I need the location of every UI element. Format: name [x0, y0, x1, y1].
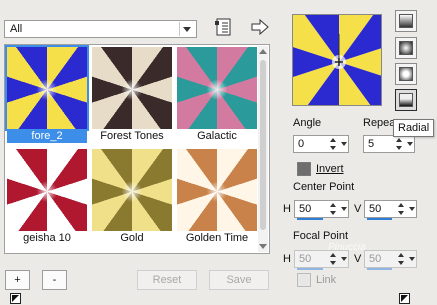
radial-style-icon — [399, 93, 413, 107]
scroll-thumb[interactable] — [260, 60, 266, 230]
center-h-value: 50 — [299, 203, 312, 215]
center-v-label: V — [354, 203, 362, 215]
gradient-thumbnail[interactable] — [177, 47, 257, 129]
chevron-down-icon[interactable] — [409, 207, 415, 211]
focal-h-slider[interactable] — [297, 268, 323, 270]
gradient-tile[interactable]: fore_2 — [5, 45, 89, 143]
spin-updown-icon[interactable] — [396, 137, 404, 151]
gradient-thumbnail[interactable] — [7, 149, 87, 231]
style-sunburst-button[interactable] — [395, 63, 417, 85]
sunburst-style-icon — [399, 67, 413, 81]
preview-swatch — [253, 0, 425, 152]
angle-field[interactable]: 0 — [293, 135, 349, 153]
gradient-tile[interactable]: Gold — [92, 149, 172, 245]
link-checkbox[interactable] — [297, 273, 311, 287]
document-list-icon — [215, 18, 231, 36]
gradient-thumbnail[interactable] — [5, 45, 89, 131]
center-h-label: H — [283, 203, 291, 215]
gradient-tile-label: Gold — [120, 232, 144, 244]
angle-label: Angle — [293, 117, 322, 129]
invert-label: Invert — [316, 163, 344, 175]
link-label: Link — [316, 274, 337, 286]
style-linear-button[interactable] — [395, 10, 417, 32]
gradient-tile-label: Golden Time — [185, 232, 249, 244]
apply-arrow-button[interactable] — [250, 18, 270, 36]
gradient-tile[interactable]: geisha 10 — [7, 149, 87, 245]
radial-tooltip: Radial — [393, 119, 435, 137]
chevron-down-icon[interactable] — [409, 257, 415, 261]
add-button[interactable]: + — [5, 270, 30, 290]
category-dropdown[interactable]: All — [4, 20, 197, 38]
angle-value: 0 — [298, 138, 305, 150]
gradient-thumbnail[interactable] — [92, 47, 172, 129]
style-radial-button[interactable] — [395, 89, 417, 111]
center-v-value: 50 — [369, 203, 382, 215]
spin-updown-icon[interactable] — [330, 202, 338, 216]
spin-updown-icon[interactable] — [330, 252, 338, 266]
focal-point-label: Focal Point — [293, 230, 349, 242]
reset-button[interactable]: Reset — [137, 270, 197, 290]
scroll-up-icon[interactable] — [259, 49, 267, 54]
spin-updown-icon[interactable] — [398, 252, 406, 266]
center-h-slider[interactable] — [297, 218, 323, 220]
focal-v-label: V — [354, 253, 362, 265]
browse-button[interactable] — [214, 18, 234, 36]
focal-h-value: 50 — [299, 253, 312, 265]
watermark-text: Pinuccia — [328, 242, 366, 253]
focal-v-field[interactable]: 50 — [364, 250, 417, 270]
focal-h-label: H — [283, 253, 291, 265]
repeats-field[interactable]: 5 — [363, 135, 415, 153]
focal-v-slider[interactable] — [367, 268, 392, 270]
gradient-tile-label: Galactic — [197, 130, 237, 142]
invert-checkbox[interactable] — [297, 162, 311, 176]
center-v-slider[interactable] — [367, 218, 392, 220]
scroll-down-icon[interactable] — [259, 244, 267, 249]
corner-swatch-icon[interactable] — [399, 293, 410, 304]
center-v-field[interactable]: 50 — [364, 200, 417, 220]
category-value: All — [10, 23, 23, 35]
center-point-label: Center Point — [293, 181, 355, 193]
gradient-preview[interactable] — [253, 0, 425, 152]
corner-swatch-icon[interactable] — [10, 293, 21, 304]
focal-v-value: 50 — [369, 253, 382, 265]
center-h-field[interactable]: 50 — [294, 200, 349, 220]
gradient-tile[interactable]: Golden Time — [177, 149, 257, 245]
gradient-tile-label: fore_2 — [7, 129, 87, 143]
chevron-down-icon[interactable] — [341, 207, 347, 211]
linear-style-icon — [399, 14, 413, 28]
remove-button[interactable]: - — [42, 270, 67, 290]
gradient-thumbnail[interactable] — [177, 149, 257, 231]
gradient-thumbnail[interactable] — [92, 149, 172, 231]
spin-updown-icon[interactable] — [330, 137, 338, 151]
save-button[interactable]: Save — [209, 270, 269, 290]
rectangular-style-icon — [399, 41, 413, 55]
spin-updown-icon[interactable] — [398, 202, 406, 216]
chevron-down-icon[interactable] — [341, 257, 347, 261]
gradient-tile[interactable]: Forest Tones — [92, 47, 172, 143]
gradient-gallery[interactable]: fore_2 Forest Tones Galactic geisha 10 Gold G… — [4, 44, 270, 254]
gradient-tile-label: Forest Tones — [100, 130, 164, 142]
gradient-tile-label: geisha 10 — [23, 232, 71, 244]
repeats-label: Repea — [363, 117, 396, 129]
chevron-down-icon[interactable] — [179, 22, 194, 36]
chevron-down-icon[interactable] — [407, 142, 413, 146]
right-arrow-icon — [251, 18, 269, 36]
style-rectangular-button[interactable] — [395, 37, 417, 59]
repeats-value: 5 — [368, 138, 375, 150]
gradient-tile[interactable]: Galactic — [177, 47, 257, 143]
gallery-scrollbar[interactable] — [258, 46, 268, 252]
chevron-down-icon[interactable] — [341, 142, 347, 146]
